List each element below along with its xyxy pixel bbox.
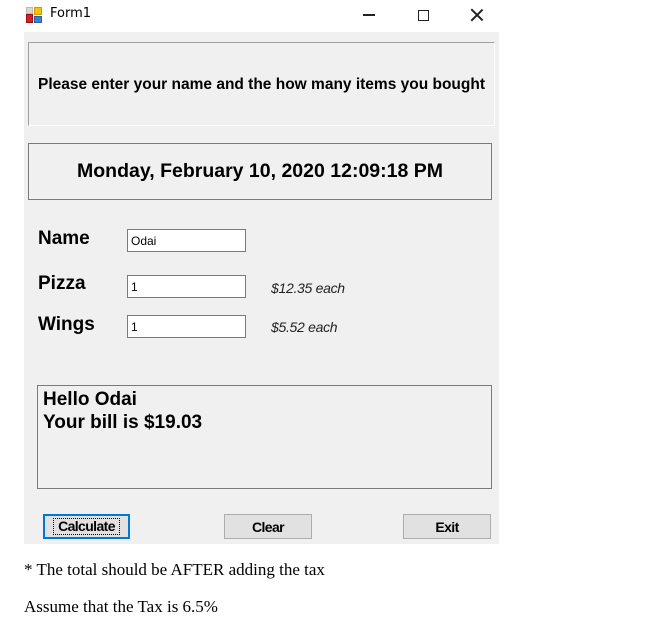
tax-rate-note: Assume that the Tax is 6.5% — [24, 597, 218, 616]
instruction-panel: Please enter your name and the how many … — [28, 42, 495, 126]
tax-note: * The total should be AFTER adding the t… — [24, 560, 325, 579]
maximize-icon — [417, 9, 429, 21]
pizza-price-label: $12.35 each — [271, 280, 345, 296]
minimize-button[interactable] — [346, 0, 392, 30]
pizza-label: Pizza — [38, 273, 86, 294]
wings-label: Wings — [38, 314, 95, 335]
output-panel: Hello Odai Your bill is $19.03 — [37, 385, 492, 489]
datetime-panel: Monday, February 10, 2020 12:09:18 PM — [28, 143, 492, 200]
title-bar: Form1 — [0, 0, 655, 30]
instruction-label: Please enter your name and the how many … — [37, 75, 485, 93]
close-icon — [470, 8, 484, 22]
pizza-quantity-input[interactable] — [127, 275, 246, 298]
app-icon — [26, 7, 42, 23]
clear-button[interactable]: Clear — [224, 514, 312, 539]
close-button[interactable] — [454, 0, 500, 30]
form-client-area: Please enter your name and the how many … — [24, 32, 499, 544]
calculate-button[interactable]: Calculate — [43, 514, 130, 539]
datetime-label: Monday, February 10, 2020 12:09:18 PM — [77, 160, 443, 182]
exit-button[interactable]: Exit — [403, 514, 491, 539]
name-label: Name — [38, 228, 90, 249]
maximize-button[interactable] — [400, 0, 446, 30]
wings-price-label: $5.52 each — [271, 319, 338, 335]
window-title: Form1 — [50, 6, 92, 21]
greeting-text: Hello Odai — [43, 389, 137, 410]
wings-quantity-input[interactable] — [127, 315, 246, 338]
bill-text: Your bill is $19.03 — [43, 412, 203, 433]
minimize-icon — [363, 14, 375, 16]
name-input[interactable] — [127, 229, 246, 252]
calculate-button-label: Calculate — [53, 518, 120, 535]
